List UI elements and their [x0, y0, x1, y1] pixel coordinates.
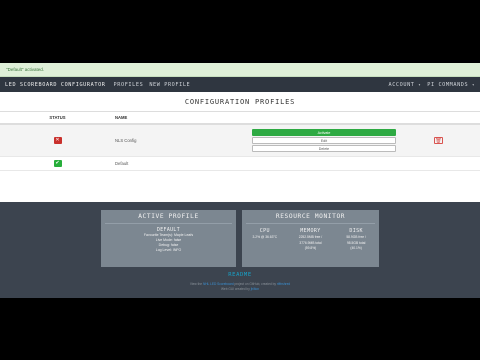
footer: ACTIVE PROFILE DEFAULT Favourite Team(s)… [0, 202, 480, 298]
chevron-down-icon: ▾ [418, 81, 422, 87]
gui-author-link[interactable]: jhilton [251, 287, 259, 291]
credit-mid: project on GitHub, created by [233, 282, 277, 286]
success-alert: "Default" activated. [0, 63, 480, 77]
nav-account-label: ACCOUNT [388, 81, 415, 88]
nav-pi-commands[interactable]: PI COMMANDS ▾ [427, 82, 475, 88]
header-delete [396, 112, 480, 125]
cpu-stat: CPU 3.2% @ 36.63°C [245, 228, 285, 251]
disk-percent: (40.1%) [350, 246, 362, 251]
nav-profiles[interactable]: PROFILES [114, 82, 144, 88]
memory-percent: (59.8%) [304, 246, 317, 251]
resource-monitor-panel: RESOURCE MONITOR CPU 3.2% @ 36.63°C MEMO… [242, 210, 379, 267]
active-profile-panel: ACTIVE PROFILE DEFAULT Favourite Team(s)… [101, 210, 236, 267]
memory-free: 2252.5MB free / [298, 235, 323, 239]
delete-button[interactable]: Delete [252, 145, 396, 152]
disk-label: DISK [349, 228, 363, 234]
delete-cell: 🗑 [396, 124, 480, 157]
author-link[interactable]: riffnshred [277, 282, 290, 286]
disk-stat: DISK 58.9GB free / 98.5GB total (40.1%) [336, 228, 376, 251]
chevron-down-icon: ▾ [471, 81, 475, 87]
action-buttons: Activate Edit Delete [252, 124, 396, 157]
resource-grid: CPU 3.2% @ 36.63°C MEMORY 2252.5MB free … [242, 228, 379, 251]
credits: View the NHL LED Scoreboard project on G… [0, 282, 480, 292]
cpu-value: 3.2% @ 36.63°C [252, 235, 278, 239]
status-cell: ✔ [0, 156, 115, 171]
readme-link[interactable]: README [0, 272, 480, 278]
profile-detail: Log Level: INFO [155, 248, 182, 252]
credit-prefix: View the [189, 282, 203, 286]
disk-total: 98.5GB total [346, 240, 366, 245]
edit-button[interactable]: Edit [252, 137, 396, 144]
memory-label: MEMORY [300, 228, 321, 234]
action-buttons [252, 156, 396, 171]
app-window: "Default" activated. LED SCOREBOARD CONF… [0, 63, 480, 298]
memory-total: 3776.9MB total [299, 240, 322, 245]
delete-cell [396, 156, 480, 171]
table-row: ✕ NLS Config Activate Edit Delete 🗑 [0, 124, 480, 157]
profile-name: Default [115, 156, 252, 171]
header-name: NAME [115, 112, 252, 125]
brand-title[interactable]: LED SCOREBOARD CONFIGURATOR [5, 82, 106, 88]
check-icon: ✔ [53, 160, 62, 167]
nav-account[interactable]: ACCOUNT ▾ [388, 82, 421, 88]
resource-monitor-title: RESOURCE MONITOR [246, 210, 375, 224]
disk-free: 58.9GB free / [346, 235, 366, 239]
status-cell: ✕ [0, 124, 115, 157]
table-header-row: STATUS NAME [0, 112, 480, 125]
profiles-table: STATUS NAME ✕ NLS Config Activate Edit D… [0, 112, 480, 171]
page-title: CONFIGURATION PROFILES [0, 92, 480, 112]
activate-button[interactable]: Activate [252, 129, 396, 136]
credit-prefix-2: Web GUI created by [220, 287, 251, 291]
project-link[interactable]: NHL LED Scoreboard [203, 282, 234, 286]
x-icon: ✕ [53, 137, 62, 144]
header-actions [252, 112, 396, 125]
credit-line-2: Web GUI created by jhilton [0, 287, 480, 292]
alert-text: "Default" activated. [6, 67, 44, 72]
header-status: STATUS [0, 112, 115, 125]
trash-icon[interactable]: 🗑 [434, 137, 443, 144]
nav-new-profile[interactable]: NEW PROFILE [149, 82, 190, 88]
navbar: LED SCOREBOARD CONFIGURATOR PROFILES NEW… [0, 77, 480, 92]
active-profile-title: ACTIVE PROFILE [105, 210, 232, 224]
nav-pi-commands-label: PI COMMANDS [427, 81, 469, 88]
table-row: ✔ Default [0, 156, 480, 171]
profile-name: NLS Config [115, 124, 252, 157]
memory-stat: MEMORY 2252.5MB free / 3776.9MB total (5… [290, 228, 330, 251]
cpu-label: CPU [259, 228, 270, 234]
